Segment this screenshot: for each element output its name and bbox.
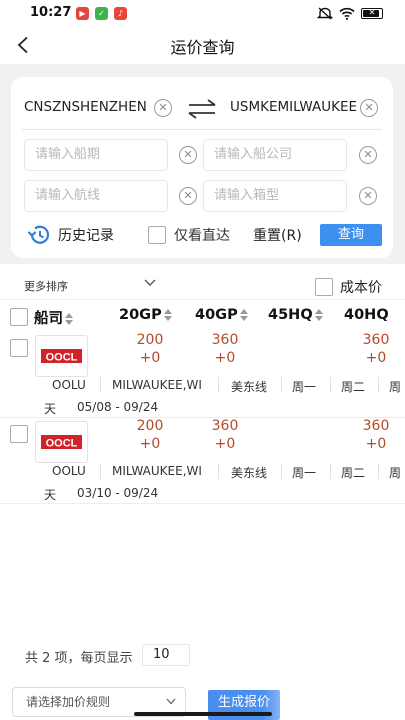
delta-40hq: +0 bbox=[365, 350, 387, 366]
divider bbox=[281, 377, 282, 393]
column-header-45hq: 45HQ bbox=[268, 307, 313, 323]
route-cell: 美东线 bbox=[231, 466, 268, 480]
app-notification-icon: ✓ bbox=[95, 7, 108, 20]
reset-button[interactable]: 重置(R) bbox=[253, 225, 302, 245]
column-header-40gp: 40GP bbox=[195, 307, 238, 323]
divider bbox=[218, 377, 219, 393]
delta-20gp: +0 bbox=[139, 436, 161, 452]
status-bar: 10:27 ▶ ✓ ♪ ✕ bbox=[0, 0, 405, 26]
destination-port-input[interactable]: USMKEMILWAUKEE bbox=[230, 99, 358, 115]
wifi-icon bbox=[339, 7, 355, 20]
page-title: 运价查询 bbox=[170, 38, 235, 57]
swap-icon[interactable] bbox=[187, 99, 217, 119]
select-all-checkbox[interactable] bbox=[10, 308, 28, 326]
destination-cell: MILWAUKEE,WI bbox=[112, 378, 202, 392]
sort-icon[interactable] bbox=[239, 309, 248, 321]
validity-date: 03/10 - 09/24 bbox=[77, 486, 159, 500]
clear-route-icon[interactable]: ✕ bbox=[179, 187, 197, 205]
search-card: CNSZNSHENZHEN ✕ USMKEMILWAUKEE ✕ 请输入船期 ✕… bbox=[11, 77, 393, 258]
page-size-input[interactable]: 10 bbox=[142, 644, 190, 666]
transit-cell-cont: 天 bbox=[44, 402, 57, 416]
price-40hq: 360 bbox=[362, 418, 390, 434]
mute-icon bbox=[317, 6, 333, 20]
chevron-down-icon[interactable] bbox=[166, 698, 176, 705]
app-notification-icon: ▶ bbox=[76, 7, 89, 20]
column-header-40hq: 40HQ bbox=[344, 307, 389, 323]
clear-origin-icon[interactable]: ✕ bbox=[154, 99, 172, 117]
divider bbox=[22, 129, 382, 130]
sort-icon[interactable] bbox=[65, 313, 73, 325]
table-row[interactable]: OOCL 200 +0 360 +0 360 +0 OOLU MILWAUKEE… bbox=[0, 418, 405, 504]
direct-only-checkbox[interactable] bbox=[148, 226, 166, 244]
origin-port-input[interactable]: CNSZNSHENZHEN bbox=[24, 99, 152, 115]
pagination-summary: 共 2 项，每页显示 bbox=[25, 651, 133, 666]
cost-price-checkbox[interactable] bbox=[315, 278, 333, 296]
more-sort-dropdown[interactable]: 更多排序 bbox=[24, 278, 68, 294]
destination-cell: MILWAUKEE,WI bbox=[112, 464, 202, 478]
divider bbox=[378, 377, 379, 393]
carrier-input[interactable]: 请输入船公司 bbox=[203, 139, 347, 171]
sailing-schedule-input[interactable]: 请输入船期 bbox=[24, 139, 168, 171]
delta-40gp: +0 bbox=[214, 350, 236, 366]
query-button[interactable]: 查询 bbox=[320, 224, 382, 246]
price-40gp: 360 bbox=[211, 332, 239, 348]
carrier-logo: OOCL bbox=[35, 335, 88, 377]
column-header-carrier: 船司 bbox=[34, 311, 63, 327]
route-cell: 美东线 bbox=[231, 380, 268, 394]
history-link[interactable]: 历史记录 bbox=[58, 225, 114, 245]
status-time: 10:27 bbox=[30, 5, 72, 20]
divider bbox=[330, 377, 331, 393]
status-icons: ✕ bbox=[317, 6, 383, 20]
sort-icon[interactable] bbox=[314, 309, 323, 321]
row-checkbox[interactable] bbox=[10, 339, 28, 357]
direct-only-label: 仅看直达 bbox=[174, 228, 230, 244]
table-row[interactable]: OOCL 200 +0 360 +0 360 +0 OOLU MILWAUKEE… bbox=[0, 332, 405, 418]
chevron-down-icon[interactable] bbox=[144, 279, 156, 287]
route-input[interactable]: 请输入航线 bbox=[24, 180, 168, 212]
home-indicator bbox=[134, 712, 272, 716]
divider bbox=[378, 463, 379, 479]
sort-bar: 更多排序 成本价 bbox=[0, 264, 405, 300]
sailing-day: 周二 bbox=[341, 466, 366, 480]
cost-price-label: 成本价 bbox=[340, 280, 382, 296]
transit-cell: 周 bbox=[389, 466, 402, 480]
price-20gp: 200 bbox=[136, 418, 164, 434]
column-header-20gp: 20GP bbox=[119, 307, 162, 323]
clear-carrier-icon[interactable]: ✕ bbox=[359, 146, 377, 164]
container-type-input[interactable]: 请输入箱型 bbox=[203, 180, 347, 212]
divider bbox=[330, 463, 331, 479]
divider bbox=[100, 377, 101, 393]
sort-icon[interactable] bbox=[163, 309, 172, 321]
clear-destination-icon[interactable]: ✕ bbox=[360, 99, 378, 117]
carrier-code: OOLU bbox=[52, 378, 86, 392]
divider bbox=[100, 463, 101, 479]
divider bbox=[218, 463, 219, 479]
validity-date: 05/08 - 09/24 bbox=[77, 400, 159, 414]
delta-20gp: +0 bbox=[139, 350, 161, 366]
price-40hq: 360 bbox=[362, 332, 390, 348]
carrier-logo-text: OOCL bbox=[46, 438, 78, 450]
transit-cell: 周 bbox=[389, 380, 402, 394]
delta-40gp: +0 bbox=[214, 436, 236, 452]
history-icon[interactable] bbox=[27, 224, 51, 246]
price-20gp: 200 bbox=[136, 332, 164, 348]
sailing-day: 周一 bbox=[292, 380, 317, 394]
divider bbox=[281, 463, 282, 479]
table-header: 船司 20GP 40GP 45HQ 40HQ bbox=[0, 304, 405, 330]
clear-container-icon[interactable]: ✕ bbox=[359, 187, 377, 205]
music-app-icon: ♪ bbox=[114, 7, 127, 20]
nav-bar: 运价查询 bbox=[0, 26, 405, 64]
battery-icon: ✕ bbox=[361, 7, 383, 19]
row-checkbox[interactable] bbox=[10, 425, 28, 443]
carrier-logo-text: OOCL bbox=[46, 352, 78, 364]
delta-40hq: +0 bbox=[365, 436, 387, 452]
sailing-day: 周一 bbox=[292, 466, 317, 480]
transit-cell-cont: 天 bbox=[44, 488, 57, 502]
carrier-logo: OOCL bbox=[35, 421, 88, 463]
sailing-day: 周二 bbox=[341, 380, 366, 394]
clear-sailing-icon[interactable]: ✕ bbox=[179, 146, 197, 164]
search-panel: CNSZNSHENZHEN ✕ USMKEMILWAUKEE ✕ 请输入船期 ✕… bbox=[0, 64, 405, 264]
carrier-code: OOLU bbox=[52, 464, 86, 478]
price-40gp: 360 bbox=[211, 418, 239, 434]
